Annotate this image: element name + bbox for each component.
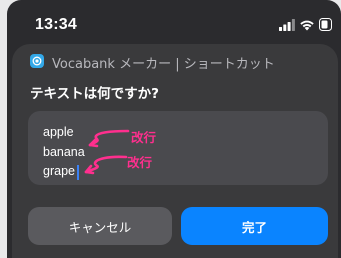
app-title: Vocabank メーカー | ショートカット bbox=[52, 57, 275, 72]
annotation-arrow bbox=[84, 155, 128, 175]
text-line: banana bbox=[43, 145, 85, 159]
status-time: 13:34 bbox=[35, 16, 77, 33]
annotation-label: 改行 bbox=[131, 130, 157, 145]
cancel-button[interactable]: キャンセル bbox=[28, 207, 172, 245]
prompt-question: テキストは何ですか? bbox=[30, 86, 159, 102]
battery-icon bbox=[319, 18, 332, 31]
status-bar: 13:34 bbox=[7, 0, 341, 38]
done-button[interactable]: 完了 bbox=[181, 207, 328, 245]
signal-icon bbox=[279, 19, 295, 31]
text-line: apple bbox=[43, 125, 74, 139]
shortcut-dialog: Vocabank メーカー | ショートカット テキストは何ですか? apple… bbox=[12, 44, 338, 258]
annotation-label: 改行 bbox=[127, 155, 153, 170]
vocabank-app-icon bbox=[30, 54, 44, 68]
text-input-area[interactable]: apple banana grape 改行 改行 bbox=[28, 111, 328, 185]
wifi-icon bbox=[300, 20, 314, 31]
text-caret bbox=[77, 165, 79, 180]
annotation-arrow bbox=[88, 129, 130, 148]
phone-screen: 13:34 Vocabank メーカー | ショートカット テキストは何ですか?… bbox=[7, 0, 341, 258]
text-line: grape bbox=[43, 164, 75, 178]
